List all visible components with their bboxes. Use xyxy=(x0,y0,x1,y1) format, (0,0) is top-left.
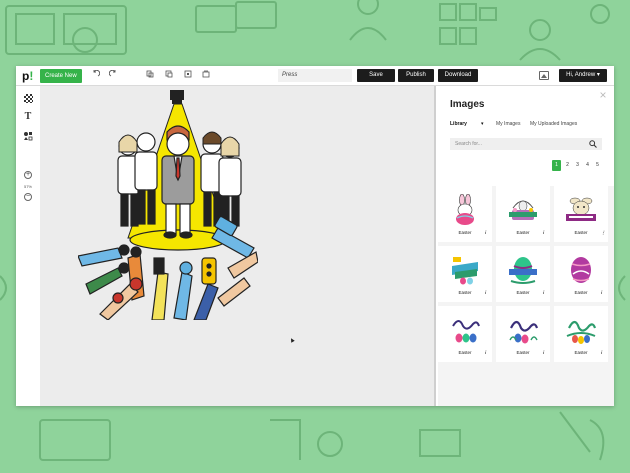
page-button[interactable]: 5 xyxy=(593,160,602,171)
tile-label: Easter xyxy=(516,230,530,235)
redo-icon[interactable] xyxy=(108,69,118,82)
info-icon[interactable]: i xyxy=(543,290,544,295)
resize-icon[interactable] xyxy=(201,70,211,82)
download-button[interactable]: Download xyxy=(438,69,478,82)
info-icon[interactable]: i xyxy=(543,350,544,355)
duplicate-icon[interactable] xyxy=(164,70,174,82)
info-icon[interactable]: i xyxy=(485,230,486,235)
image-tile[interactable]: Easter i xyxy=(554,246,608,302)
tile-label: Easter xyxy=(516,350,530,355)
tab-library[interactable]: Library xyxy=(450,121,467,127)
press-conference-illustration[interactable] xyxy=(78,88,258,320)
image-tile[interactable]: Easter ⋮ xyxy=(554,186,608,242)
tile-label: Easter xyxy=(458,290,472,295)
design-canvas[interactable] xyxy=(40,86,434,406)
image-tile[interactable]: Easter i xyxy=(438,306,492,362)
easter-bunny-egg-icon xyxy=(456,194,474,225)
close-icon[interactable]: × xyxy=(598,89,608,101)
group-icon[interactable] xyxy=(183,70,193,82)
left-toolbar: T + 57% − xyxy=(16,86,40,406)
create-new-button[interactable]: Create New xyxy=(40,69,82,83)
user-menu-label: Hi, Andrew xyxy=(566,72,596,78)
background-icon[interactable] xyxy=(24,94,33,103)
image-tile[interactable]: Easter i xyxy=(496,246,550,302)
easter-lettering-eggs-icon xyxy=(452,320,480,343)
easter-basket-icon xyxy=(509,200,537,220)
info-icon[interactable]: i xyxy=(485,350,486,355)
page-button[interactable]: 3 xyxy=(573,160,582,171)
chevron-down-icon[interactable]: ▾ xyxy=(481,121,484,127)
tile-label: Easter xyxy=(574,350,588,355)
app-logo[interactable]: p! xyxy=(22,69,36,83)
shapes-icon[interactable] xyxy=(23,131,33,141)
tile-label: Easter xyxy=(574,230,588,235)
panel-title: Images xyxy=(450,99,485,110)
user-menu[interactable]: Hi, Andrew ▾ xyxy=(559,69,607,82)
image-tile[interactable]: Easter i xyxy=(554,306,608,362)
image-tile[interactable]: Easter i xyxy=(496,186,550,242)
page-button[interactable]: 1 xyxy=(552,160,561,171)
tile-label: Easter xyxy=(574,290,588,295)
images-panel: × Images Library ▾ My Images My Uploaded… xyxy=(434,86,614,406)
image-tile[interactable]: Easter i xyxy=(438,186,492,242)
image-tile[interactable]: Easter i xyxy=(496,306,550,362)
chevron-down-icon: ▾ xyxy=(596,72,600,78)
more-options-icon[interactable]: ⋮ xyxy=(601,230,606,236)
tab-my-uploaded-images[interactable]: My Uploaded Images xyxy=(530,121,577,127)
image-grid: Easter i Easter i Easter ⋮ Easter i East… xyxy=(438,186,614,406)
spotlight-lamp-icon xyxy=(170,90,184,104)
save-button[interactable]: Save xyxy=(357,69,395,82)
image-tile[interactable]: Easter i xyxy=(438,246,492,302)
search-input[interactable]: Search for... xyxy=(450,138,602,150)
tile-label: Easter xyxy=(516,290,530,295)
page-button[interactable]: 4 xyxy=(583,160,592,171)
happy-easter-egg-banner-icon xyxy=(509,257,537,284)
info-icon[interactable]: i xyxy=(485,290,486,295)
top-toolbar: p! Create New Press Save Publish Downloa… xyxy=(16,66,614,86)
info-icon[interactable]: i xyxy=(601,350,602,355)
happy-easter-bunny-banner-icon xyxy=(566,197,596,221)
easter-egg-lettering-icon xyxy=(571,257,591,283)
happy-easter-day-icon xyxy=(452,257,478,285)
logo-accent: ! xyxy=(29,69,34,83)
info-icon[interactable]: i xyxy=(601,290,602,295)
tab-my-images[interactable]: My Images xyxy=(496,121,520,127)
mouse-cursor-icon xyxy=(289,337,295,343)
copy-icon[interactable] xyxy=(145,70,155,82)
easter-lettering-wreath-icon xyxy=(566,320,597,344)
search-icon[interactable] xyxy=(589,140,597,148)
tile-label: Easter xyxy=(458,350,472,355)
tile-label: Easter xyxy=(458,230,472,235)
info-icon[interactable]: i xyxy=(543,230,544,235)
easter-lettering-flowers-icon xyxy=(509,320,539,344)
zoom-level: 57% xyxy=(23,184,32,189)
publish-button[interactable]: Publish xyxy=(398,69,434,82)
page-button[interactable]: 2 xyxy=(563,160,572,171)
zoom-out-button[interactable]: − xyxy=(24,193,32,201)
zoom-in-button[interactable]: + xyxy=(24,171,32,179)
undo-icon[interactable] xyxy=(91,69,101,82)
image-gallery-icon[interactable] xyxy=(539,71,549,80)
editor-window: p! Create New Press Save Publish Downloa… xyxy=(16,66,614,406)
text-icon[interactable]: T xyxy=(23,112,33,122)
document-title-input[interactable]: Press xyxy=(278,69,352,82)
